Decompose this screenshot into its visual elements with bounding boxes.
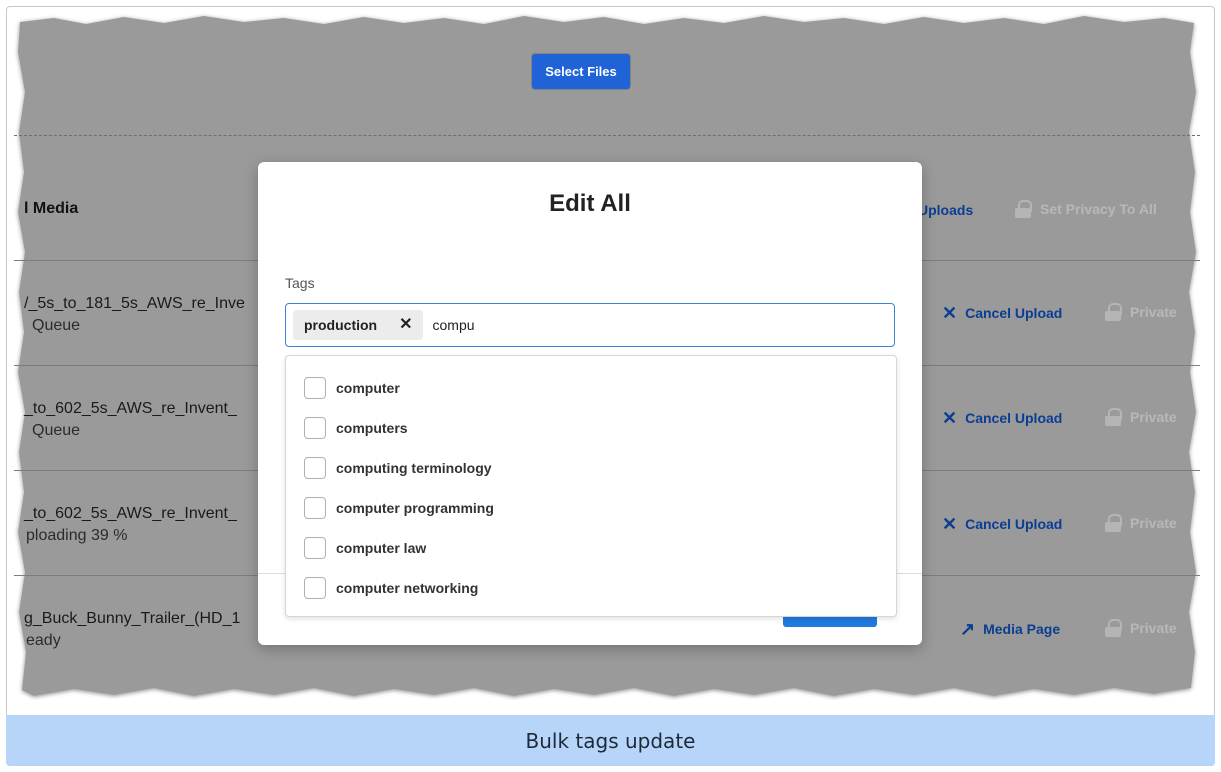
- file-name: g_Buck_Bunny_Trailer_(HD_1: [24, 610, 241, 627]
- close-icon: ✕: [942, 303, 958, 323]
- lock-icon: [1104, 408, 1122, 426]
- tag-chip: production ✕: [293, 310, 423, 340]
- tags-search-input[interactable]: [432, 317, 733, 333]
- file-status: eady: [26, 632, 61, 649]
- remove-tag-icon[interactable]: ✕: [399, 317, 412, 333]
- option-label: computer programming: [336, 500, 494, 516]
- privacy-toggle: Private: [1104, 303, 1177, 321]
- tags-input-field[interactable]: production ✕: [285, 303, 895, 347]
- tag-chip-label: production: [304, 317, 378, 333]
- lock-icon: [1104, 514, 1122, 532]
- media-page-link[interactable]: ↗ Media Page: [960, 620, 1060, 638]
- suggestion-option[interactable]: computing terminology: [304, 456, 492, 480]
- uploads-link[interactable]: Uploads: [918, 202, 973, 218]
- checkbox[interactable]: [304, 377, 326, 399]
- checkbox[interactable]: [304, 417, 326, 439]
- select-files-button[interactable]: Select Files: [532, 54, 630, 89]
- close-icon: ✕: [942, 408, 958, 428]
- privacy-toggle: Private: [1104, 514, 1177, 532]
- close-icon: ✕: [942, 514, 958, 534]
- edit-all-modal: Edit All Tags production ✕ computer comp…: [258, 162, 922, 645]
- privacy-toggle: Private: [1104, 619, 1177, 637]
- lock-icon: [1104, 619, 1122, 637]
- caption-bar: Bulk tags update: [6, 715, 1215, 766]
- external-link-icon: ↗: [960, 619, 976, 639]
- file-name: _to_602_5s_AWS_re_Invent_: [24, 505, 237, 522]
- suggestion-option[interactable]: computer programming: [304, 496, 494, 520]
- lock-icon: [1014, 200, 1032, 218]
- media-list-header: l Media: [24, 200, 79, 217]
- cancel-upload-button[interactable]: ✕ Cancel Upload: [942, 515, 1062, 533]
- file-status: Queue: [32, 422, 81, 439]
- file-status: Queue: [32, 317, 81, 334]
- checkbox[interactable]: [304, 457, 326, 479]
- file-name: /_5s_to_181_5s_AWS_re_Inve: [24, 295, 245, 312]
- option-label: computers: [336, 420, 408, 436]
- privacy-toggle: Private: [1104, 408, 1177, 426]
- tag-suggestions-dropdown: computer computers computing terminology…: [285, 355, 897, 617]
- suggestion-option[interactable]: computer law: [304, 536, 426, 560]
- cancel-upload-button[interactable]: ✕ Cancel Upload: [942, 409, 1062, 427]
- checkbox[interactable]: [304, 537, 326, 559]
- suggestion-option[interactable]: computer: [304, 376, 400, 400]
- file-status: ploading 39 %: [26, 527, 128, 544]
- option-label: computer: [336, 380, 400, 396]
- set-privacy-all-button: Set Privacy To All: [1014, 200, 1157, 218]
- checkbox[interactable]: [304, 577, 326, 599]
- lock-icon: [1104, 303, 1122, 321]
- checkbox[interactable]: [304, 497, 326, 519]
- file-name: _to_602_5s_AWS_re_Invent_: [24, 400, 237, 417]
- dropzone-divider: [14, 135, 1200, 136]
- tags-label: Tags: [285, 275, 315, 291]
- option-label: computing terminology: [336, 460, 492, 476]
- cancel-upload-button[interactable]: ✕ Cancel Upload: [942, 304, 1062, 322]
- option-label: computer law: [336, 540, 427, 556]
- suggestion-option[interactable]: computer networking: [304, 576, 478, 600]
- modal-title: Edit All: [549, 190, 631, 217]
- option-label: computer networking: [336, 580, 479, 596]
- suggestion-option[interactable]: computers: [304, 416, 408, 440]
